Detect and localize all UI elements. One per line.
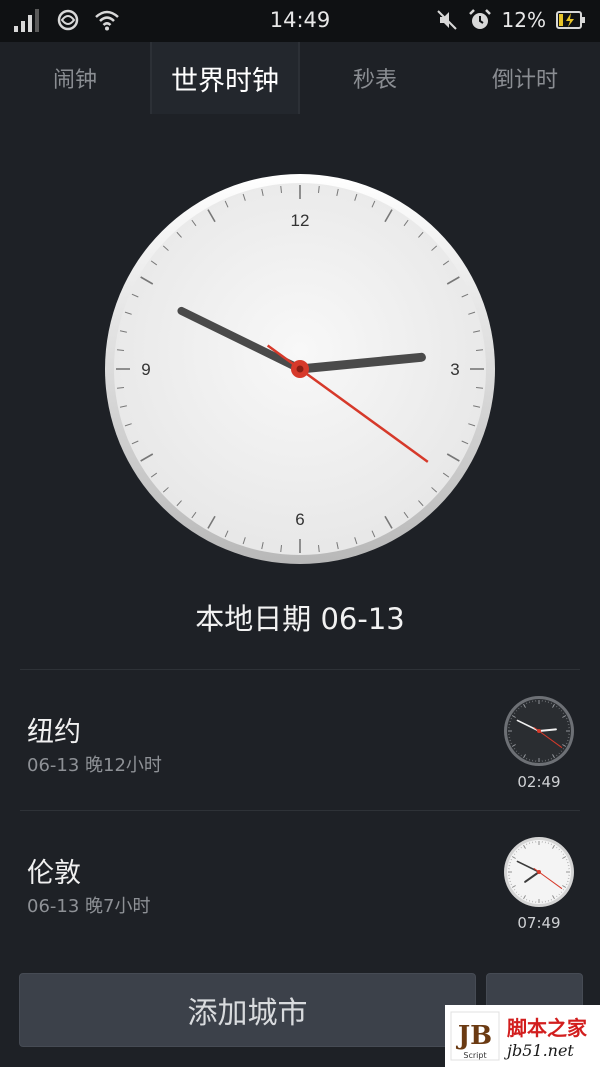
status-bar: 14:49 12% — [0, 0, 600, 42]
city-row-new-york[interactable]: 纽约 06-13 晚12小时 02:49 — [0, 670, 600, 810]
hour-label-6: 6 — [295, 510, 304, 529]
city-mini-clock — [503, 695, 575, 767]
battery-percent: 12% — [501, 8, 546, 32]
city-name: 纽约 — [27, 717, 81, 748]
tab-world-clock[interactable]: 世界时钟 — [150, 42, 300, 114]
city-row-london[interactable]: 伦敦 06-13 晚7小时 07:49 — [0, 811, 600, 951]
city-name: 伦敦 — [27, 858, 81, 889]
hour-label-12: 12 — [291, 211, 310, 230]
mini-clock-pin — [537, 870, 541, 874]
jb51-logo: JB Script — [449, 1010, 501, 1062]
mute-icon — [436, 10, 457, 30]
city-date-offset: 06-13 晚12小时 — [27, 755, 162, 776]
hour-label-3: 3 — [450, 360, 459, 379]
svg-text:JB: JB — [456, 1021, 492, 1051]
mini-clock-pin — [537, 729, 541, 733]
tab-timer[interactable]: 倒计时 — [450, 42, 600, 114]
watermark: JB Script 脚本之家 jb51.net — [445, 1005, 600, 1067]
main-analog-clock: 12 3 6 9 — [105, 172, 495, 567]
watermark-cn: 脚本之家 — [507, 1016, 587, 1040]
city-mini-clock — [503, 836, 575, 908]
watermark-en: jb51.net — [507, 1041, 574, 1060]
tab-stopwatch[interactable]: 秒表 — [300, 42, 450, 114]
tab-alarm[interactable]: 闹钟 — [0, 42, 150, 114]
local-date: 本地日期 06-13 — [195, 602, 405, 636]
city-time: 07:49 — [517, 914, 561, 932]
city-date-offset: 06-13 晚7小时 — [27, 896, 151, 917]
tab-bar: 闹钟 世界时钟 秒表 倒计时 — [0, 42, 600, 114]
svg-text:Script: Script — [463, 1051, 486, 1060]
battery-charging-icon — [556, 11, 585, 29]
add-city-button[interactable]: 添加城市 — [19, 973, 476, 1047]
alarm-icon — [468, 9, 491, 29]
city-time: 02:49 — [517, 773, 561, 791]
hour-label-9: 9 — [141, 360, 150, 379]
